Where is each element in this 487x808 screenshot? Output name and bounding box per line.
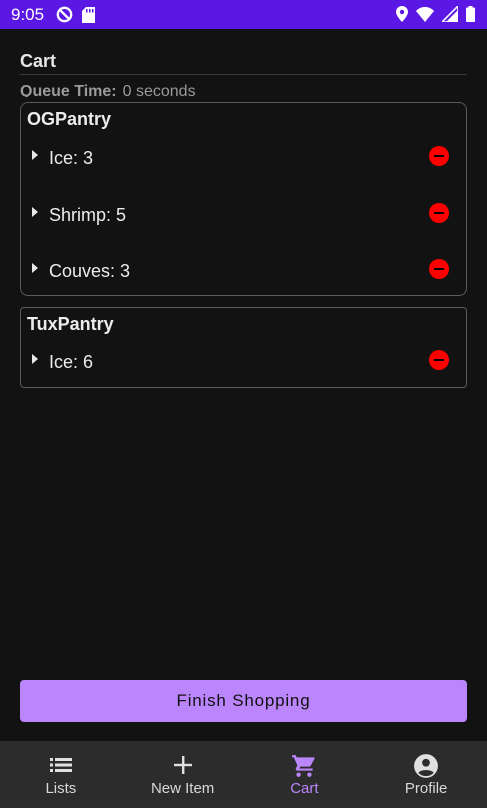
expand-arrow-icon[interactable] <box>32 207 38 217</box>
expand-arrow-icon[interactable] <box>32 354 38 364</box>
battery-icon <box>466 6 475 22</box>
queue-time-row: Queue Time: 0 seconds <box>20 81 467 97</box>
pantry-title: OGPantry <box>27 109 112 129</box>
account-circle-icon <box>414 754 439 778</box>
nav-item-new-item[interactable]: New Item <box>122 741 244 808</box>
remove-item-icon[interactable] <box>429 146 449 166</box>
wifi-icon <box>416 6 434 22</box>
nav-label: Lists <box>45 780 77 797</box>
cart-item-label: Shrimp: 5 <box>49 205 127 225</box>
cart-item-row[interactable]: Couves: 3 <box>21 256 466 286</box>
nav-item-profile[interactable]: Profile <box>365 741 487 808</box>
location-icon <box>396 6 408 22</box>
expand-arrow-icon[interactable] <box>32 263 38 273</box>
cart-icon <box>292 755 315 777</box>
status-bar: 9:05 <box>0 0 487 29</box>
finish-shopping-button[interactable]: Finish Shopping <box>20 680 467 722</box>
nav-label: Profile <box>404 780 448 797</box>
nav-item-cart[interactable]: Cart <box>244 741 366 808</box>
cart-item-row[interactable]: Ice: 6 <box>21 347 466 377</box>
expand-arrow-icon[interactable] <box>32 150 38 160</box>
pantry-card-tuxpantry: TuxPantry Ice: 6 <box>20 307 467 388</box>
remove-item-icon[interactable] <box>429 259 449 279</box>
pantry-title: TuxPantry <box>27 314 114 334</box>
cart-item-row[interactable]: Ice: 3 <box>21 143 466 173</box>
cart-item-row[interactable]: Shrimp: 5 <box>21 200 466 230</box>
title-divider <box>20 74 467 75</box>
cellular-signal-icon <box>442 6 458 22</box>
list-icon <box>49 758 72 772</box>
nav-item-lists[interactable]: Lists <box>0 741 122 808</box>
remove-item-icon[interactable] <box>429 350 449 370</box>
pantry-card-ogpantry: OGPantry Ice: 3 Shrimp: 5 Couves: 3 <box>20 102 467 296</box>
queue-time-value: 0 seconds <box>122 83 196 97</box>
plus-icon <box>173 756 192 774</box>
cart-item-label: Ice: 6 <box>49 352 94 372</box>
page-title: Cart <box>20 51 57 71</box>
bottom-nav: Lists New Item Cart Profile <box>0 741 487 808</box>
nav-label: New Item <box>150 780 215 797</box>
cart-item-label: Ice: 3 <box>49 148 94 168</box>
sd-card-icon <box>82 6 96 23</box>
cart-item-label: Couves: 3 <box>49 261 131 281</box>
nav-label: Cart <box>290 780 319 797</box>
remove-item-icon[interactable] <box>429 203 449 223</box>
queue-time-label: Queue Time: <box>20 83 117 97</box>
status-time: 9:05 <box>11 4 45 24</box>
do-not-disturb-icon <box>56 6 73 23</box>
